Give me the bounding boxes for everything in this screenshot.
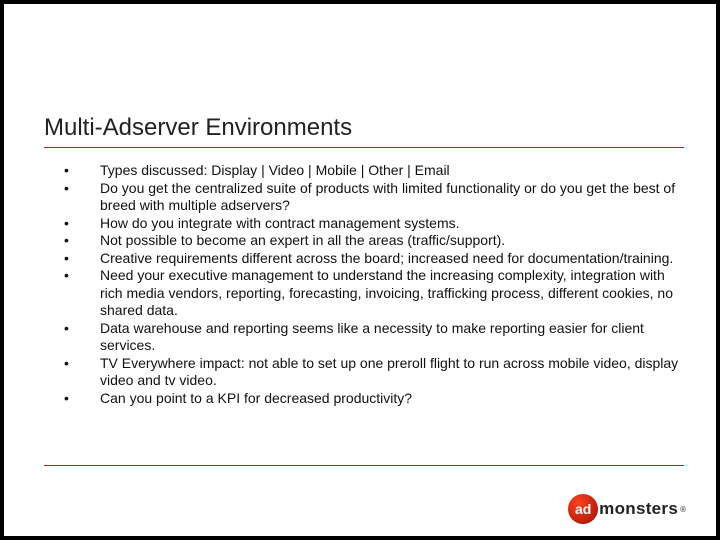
bullet-dot: • [44,267,100,320]
list-item-text: How do you integrate with contract manag… [100,215,684,233]
list-item-text: Not possible to become an expert in all … [100,232,684,250]
list-item-text: Need your executive management to unders… [100,267,684,320]
bullet-dot: • [44,180,100,215]
list-item-text: Can you point to a KPI for decreased pro… [100,390,684,408]
list-item-text: Types discussed: Display | Video | Mobil… [100,162,684,180]
list-item: • Not possible to become an expert in al… [44,232,684,250]
list-item-text: Do you get the centralized suite of prod… [100,180,684,215]
list-item: • How do you integrate with contract man… [44,215,684,233]
bullet-dot: • [44,320,100,355]
logo-trademark: ® [680,505,686,514]
slide: Multi-Adserver Environments • Types disc… [4,4,716,536]
bullet-dot: • [44,250,100,268]
list-item: • Data warehouse and reporting seems lik… [44,320,684,355]
list-item: • Types discussed: Display | Video | Mob… [44,162,684,180]
list-item: • Creative requirements different across… [44,250,684,268]
admonsters-logo: ad monsters ® [568,494,686,524]
bullet-list: • Types discussed: Display | Video | Mob… [44,162,684,407]
list-item: • Can you point to a KPI for decreased p… [44,390,684,408]
bullet-dot: • [44,162,100,180]
logo-ad-badge: ad [568,494,598,524]
bullet-dot: • [44,232,100,250]
list-item-text: Data warehouse and reporting seems like … [100,320,684,355]
list-item: • Need your executive management to unde… [44,267,684,320]
list-item-text: Creative requirements different across t… [100,250,684,268]
bullet-dot: • [44,215,100,233]
list-item-text: TV Everywhere impact: not able to set up… [100,355,684,390]
bullet-dot: • [44,355,100,390]
list-item: • TV Everywhere impact: not able to set … [44,355,684,390]
bullet-dot: • [44,390,100,408]
list-item: • Do you get the centralized suite of pr… [44,180,684,215]
divider-top [44,147,684,148]
divider-bottom [44,465,684,466]
logo-monsters-text: monsters [599,499,678,519]
slide-title: Multi-Adserver Environments [44,114,352,142]
